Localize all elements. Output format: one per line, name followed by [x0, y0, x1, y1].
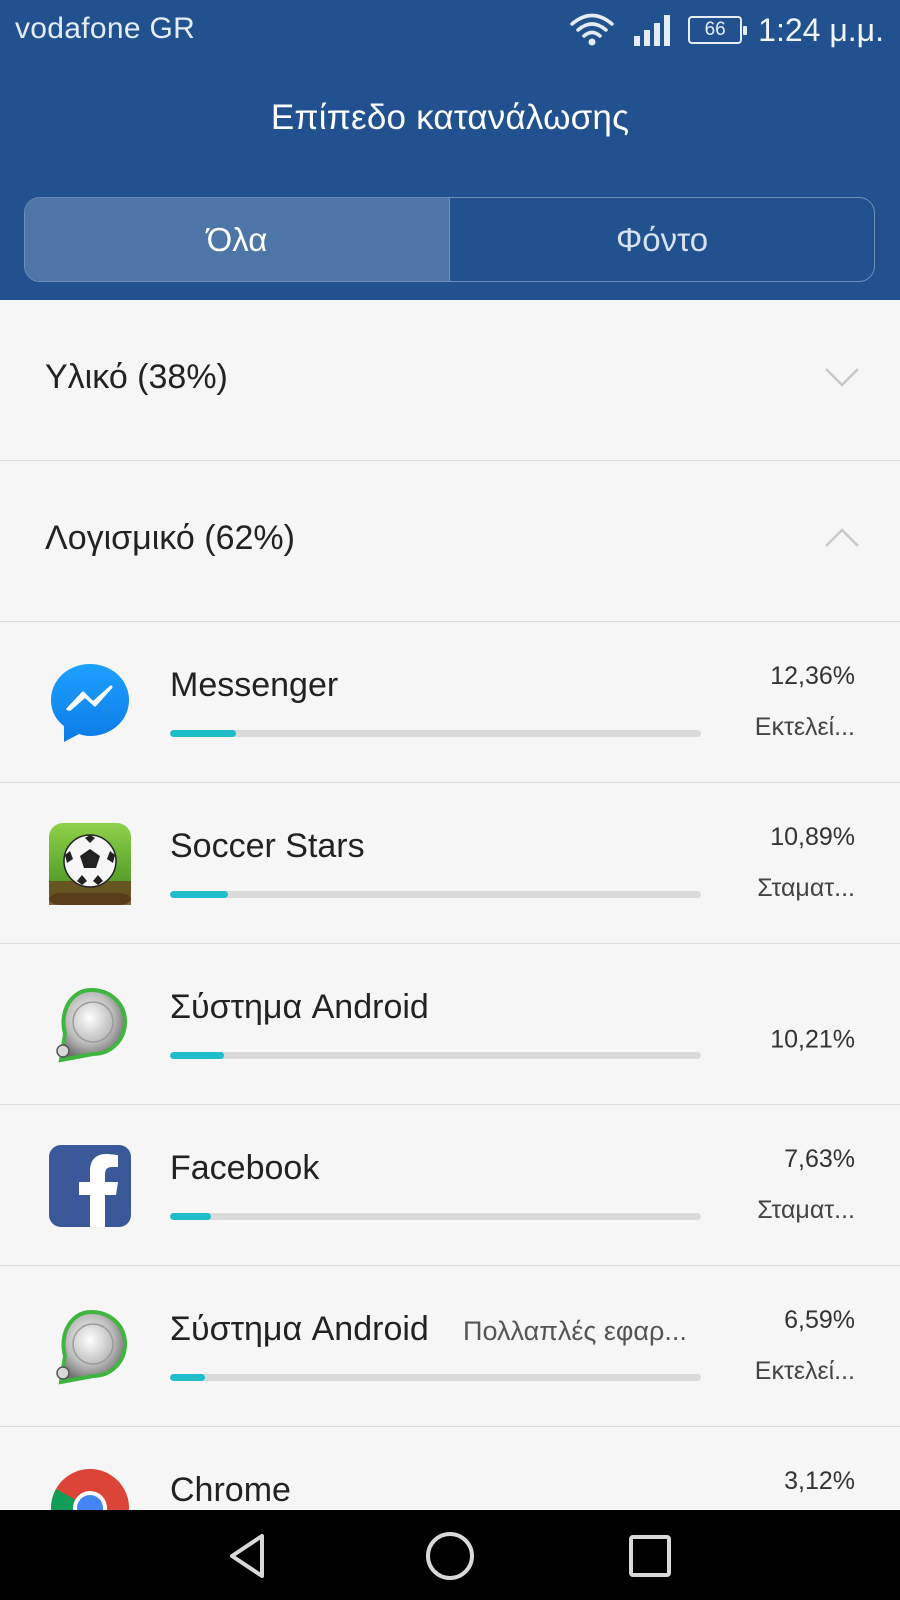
- back-icon[interactable]: [224, 1530, 276, 1582]
- app-state: Εκτελεί...: [754, 713, 855, 741]
- facebook-icon: [49, 1145, 131, 1227]
- usage-bar-fill: [170, 1374, 205, 1381]
- app-row-messenger[interactable]: Messenger 12,36% Εκτελεί...: [0, 622, 900, 783]
- consumption-list: Υλικό (38%) Λογισμικό (62%) Messenger 12…: [0, 300, 900, 1510]
- chrome-icon: [51, 1469, 129, 1510]
- messenger-icon: [51, 664, 129, 742]
- usage-bar-fill: [170, 1213, 211, 1220]
- home-icon[interactable]: [424, 1530, 476, 1582]
- app-subtitle: Πολλαπλές εφαρ...: [463, 1316, 687, 1346]
- app-name: Σύστημα Android: [170, 988, 429, 1026]
- app-name: Messenger: [170, 666, 339, 704]
- usage-bar-fill: [170, 730, 236, 737]
- usage-bar-fill: [170, 891, 228, 898]
- android-system-icon: [56, 987, 128, 1063]
- chevron-down-icon[interactable]: [824, 366, 860, 388]
- app-state: Σταματ...: [757, 874, 855, 902]
- app-row-soccer-stars[interactable]: Soccer Stars 10,89% Σταματ...: [0, 783, 900, 944]
- chevron-up-icon[interactable]: [824, 527, 860, 549]
- status-bar: vodafone GR 66 1:24 μ.μ.: [0, 0, 900, 62]
- tab-background[interactable]: Φόντο: [449, 198, 874, 281]
- section-software-label: Λογισμικό (62%): [45, 519, 295, 557]
- usage-bar: [170, 1052, 701, 1059]
- usage-percent: 7,63%: [784, 1145, 855, 1173]
- app-name: Σύστημα Android: [170, 1310, 429, 1348]
- tab-switcher: Όλα Φόντο: [24, 197, 875, 282]
- app-row-android-system-multiple[interactable]: Σύστημα Android Πολλαπλές εφαρ... 6,59% …: [0, 1266, 900, 1427]
- status-icons: 66 1:24 μ.μ.: [570, 10, 884, 50]
- signal-icon: [634, 15, 671, 46]
- app-name: Chrome: [170, 1471, 291, 1509]
- section-software[interactable]: Λογισμικό (62%): [0, 461, 900, 622]
- app-state: Εκτελεί...: [754, 1357, 855, 1385]
- battery-level: 66: [704, 19, 726, 40]
- usage-percent: 6,59%: [784, 1306, 855, 1334]
- app-state: Σταματ...: [757, 1196, 855, 1224]
- usage-bar: [170, 730, 701, 737]
- android-system-icon: [56, 1309, 128, 1385]
- app-row-facebook[interactable]: Facebook 7,63% Σταματ...: [0, 1105, 900, 1266]
- usage-percent: 3,12%: [784, 1467, 855, 1495]
- page-title: Επίπεδο κατανάλωσης: [270, 98, 630, 137]
- usage-percent: 10,21%: [770, 1025, 855, 1054]
- clock: 1:24 μ.μ.: [758, 11, 884, 48]
- usage-percent: 10,89%: [770, 823, 855, 851]
- app-name: Facebook: [170, 1149, 320, 1187]
- carrier-label: vodafone GR: [15, 12, 196, 45]
- app-row-android-system[interactable]: Σύστημα Android 10,21%: [0, 944, 900, 1105]
- navigation-bar: [0, 1510, 900, 1600]
- section-hardware-label: Υλικό (38%): [45, 358, 228, 396]
- usage-bar-fill: [170, 1052, 225, 1059]
- usage-bar: [170, 1213, 701, 1220]
- soccer-stars-icon: [49, 823, 131, 905]
- usage-bar: [170, 891, 701, 898]
- app-row-chrome[interactable]: Chrome 3,12%: [0, 1427, 900, 1510]
- header: vodafone GR 66 1:24 μ.μ. Επίπεδο κατανάλ…: [0, 0, 900, 300]
- usage-bar: [170, 1374, 701, 1381]
- wifi-icon: [570, 13, 614, 46]
- battery-icon: 66: [688, 16, 748, 44]
- usage-percent: 12,36%: [770, 662, 855, 690]
- app-name: Soccer Stars: [170, 827, 365, 865]
- section-hardware[interactable]: Υλικό (38%): [0, 300, 900, 461]
- tab-all[interactable]: Όλα: [25, 198, 449, 281]
- recents-icon[interactable]: [624, 1530, 676, 1582]
- screen: vodafone GR 66 1:24 μ.μ. Επίπεδο κατανάλ…: [0, 0, 900, 1600]
